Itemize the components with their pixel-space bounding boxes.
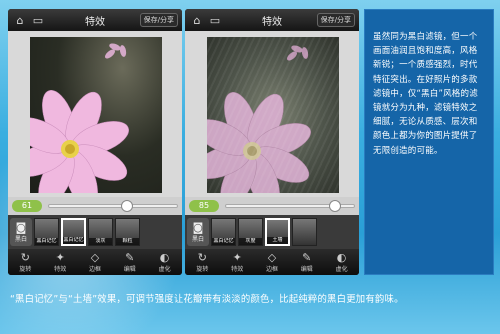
tool-label: 旋转 bbox=[196, 266, 209, 273]
bw-category-label: 黑白 bbox=[191, 235, 204, 243]
home-icon[interactable]: ⌂ bbox=[189, 13, 205, 27]
rotate-icon: ↻ bbox=[197, 251, 207, 264]
flower-photo bbox=[30, 37, 162, 193]
page: ⌂ ▭ 特效 保存/分享 61 ◙ 黑白 黑白记忆 黑白记忆 淡灰 颗粒 ↻ 旋… bbox=[0, 0, 500, 334]
camera-icon: ◙ bbox=[192, 220, 204, 234]
filter-thumb[interactable]: 黑白记忆 bbox=[211, 218, 236, 246]
bw-category-button[interactable]: ◙ 黑白 bbox=[187, 218, 209, 246]
frame-icon: ◇ bbox=[267, 251, 277, 264]
top-bar: ⌂ ▭ 特效 保存/分享 bbox=[185, 9, 359, 31]
rotate-tool[interactable]: ↻ 旋转 bbox=[19, 251, 31, 273]
filter-thumb-selected[interactable]: 黑白记忆 bbox=[61, 218, 86, 246]
folder-icon[interactable]: ▭ bbox=[207, 13, 223, 27]
folder-icon[interactable]: ▭ bbox=[30, 13, 46, 27]
bw-category-button[interactable]: ◙ 黑白 bbox=[10, 218, 32, 246]
tool-label: 编辑 bbox=[300, 266, 313, 273]
edit-tool[interactable]: ✎ 编辑 bbox=[301, 251, 313, 273]
filter-thumb-selected[interactable]: 土墙 bbox=[265, 218, 290, 246]
blur-tool[interactable]: ◐ 虚化 bbox=[159, 251, 171, 273]
photo-area bbox=[8, 31, 182, 197]
strength-value: 61 bbox=[12, 200, 42, 212]
frame-icon: ◇ bbox=[90, 251, 100, 264]
effects-tool[interactable]: ✦ 特效 bbox=[54, 251, 66, 273]
phone-screen-1: ⌂ ▭ 特效 保存/分享 61 ◙ 黑白 黑白记忆 黑白记忆 淡灰 颗粒 ↻ 旋… bbox=[8, 9, 182, 275]
filter-thumb[interactable]: 淡灰 bbox=[88, 218, 113, 246]
slider-knob[interactable] bbox=[328, 200, 341, 212]
tool-label: 虚化 bbox=[158, 266, 171, 273]
drop-icon: ◐ bbox=[336, 251, 347, 264]
filter-strip: ◙ 黑白 黑白记忆 黑白记忆 淡灰 颗粒 bbox=[8, 215, 182, 249]
article-text: 虽然同为黑白滤镜，但一个画面油润且饱和度高，风格新锐；一个质感强烈，时代特征突出… bbox=[373, 32, 478, 156]
tool-label: 虚化 bbox=[335, 266, 348, 273]
filter-label: 黑白记忆 bbox=[212, 238, 235, 245]
filter-label: 土墙 bbox=[267, 237, 288, 244]
brush-icon: ✎ bbox=[302, 251, 312, 264]
filter-strip: ◙ 黑白 黑白记忆 灰度 土墙 bbox=[185, 215, 359, 249]
tool-label: 旋转 bbox=[19, 266, 32, 273]
filter-thumb[interactable]: 颗粒 bbox=[115, 218, 140, 246]
brush-icon: ✎ bbox=[125, 251, 135, 264]
tool-label: 特效 bbox=[231, 266, 244, 273]
bottom-toolbar: ↻ 旋转 ✦ 特效 ◇ 边框 ✎ 编辑 ◐ 虚化 bbox=[185, 249, 359, 275]
bw-category-label: 黑白 bbox=[14, 235, 27, 243]
strength-slider-row: 61 bbox=[8, 197, 182, 215]
strength-slider[interactable] bbox=[48, 200, 178, 212]
top-bar: ⌂ ▭ 特效 保存/分享 bbox=[8, 9, 182, 31]
bottom-toolbar: ↻ 旋转 ✦ 特效 ◇ 边框 ✎ 编辑 ◐ 虚化 bbox=[8, 249, 182, 275]
filter-label: 颗粒 bbox=[116, 238, 139, 245]
filter-thumb[interactable]: 灰度 bbox=[238, 218, 263, 246]
tool-label: 边框 bbox=[88, 266, 101, 273]
camera-icon: ◙ bbox=[15, 220, 27, 234]
tool-label: 特效 bbox=[54, 266, 67, 273]
magic-wand-icon: ✦ bbox=[232, 251, 242, 264]
filter-label: 黑白记忆 bbox=[63, 237, 84, 244]
save-share-button[interactable]: 保存/分享 bbox=[139, 13, 178, 27]
frame-tool[interactable]: ◇ 边框 bbox=[266, 251, 278, 273]
tool-label: 边框 bbox=[265, 266, 278, 273]
phone-screen-2: ⌂ ▭ 特效 保存/分享 85 ◙ 黑白 黑白记忆 灰度 土墙 ↻ 旋转 ✦ 特… bbox=[185, 9, 359, 275]
filter-label: 灰度 bbox=[239, 238, 262, 245]
tool-label: 编辑 bbox=[123, 266, 136, 273]
filter-label: 淡灰 bbox=[89, 238, 112, 245]
photo-area bbox=[185, 31, 359, 197]
article-panel: 虽然同为黑白滤镜，但一个画面油润且饱和度高，风格新锐；一个质感强烈，时代特征突出… bbox=[364, 9, 494, 275]
rotate-tool[interactable]: ↻ 旋转 bbox=[196, 251, 208, 273]
image-caption: “黑白记忆”与“土墙”效果，可调节强度让花瓣带有淡淡的颜色，比起纯粹的黑白更加有… bbox=[10, 294, 404, 305]
rotate-icon: ↻ bbox=[20, 251, 30, 264]
strength-slider[interactable] bbox=[225, 200, 355, 212]
filter-thumb[interactable]: 黑白记忆 bbox=[34, 218, 59, 246]
filter-label: 黑白记忆 bbox=[35, 238, 58, 245]
effects-tool[interactable]: ✦ 特效 bbox=[231, 251, 243, 273]
save-share-button[interactable]: 保存/分享 bbox=[316, 13, 355, 27]
slider-knob[interactable] bbox=[121, 200, 134, 212]
home-icon[interactable]: ⌂ bbox=[12, 13, 28, 27]
frame-tool[interactable]: ◇ 边框 bbox=[89, 251, 101, 273]
drop-icon: ◐ bbox=[159, 251, 170, 264]
magic-wand-icon: ✦ bbox=[55, 251, 65, 264]
strength-slider-row: 85 bbox=[185, 197, 359, 215]
blur-tool[interactable]: ◐ 虚化 bbox=[336, 251, 348, 273]
filter-thumb[interactable] bbox=[292, 218, 317, 246]
flower-photo bbox=[207, 37, 339, 193]
strength-value: 85 bbox=[189, 200, 219, 212]
edit-tool[interactable]: ✎ 编辑 bbox=[124, 251, 136, 273]
